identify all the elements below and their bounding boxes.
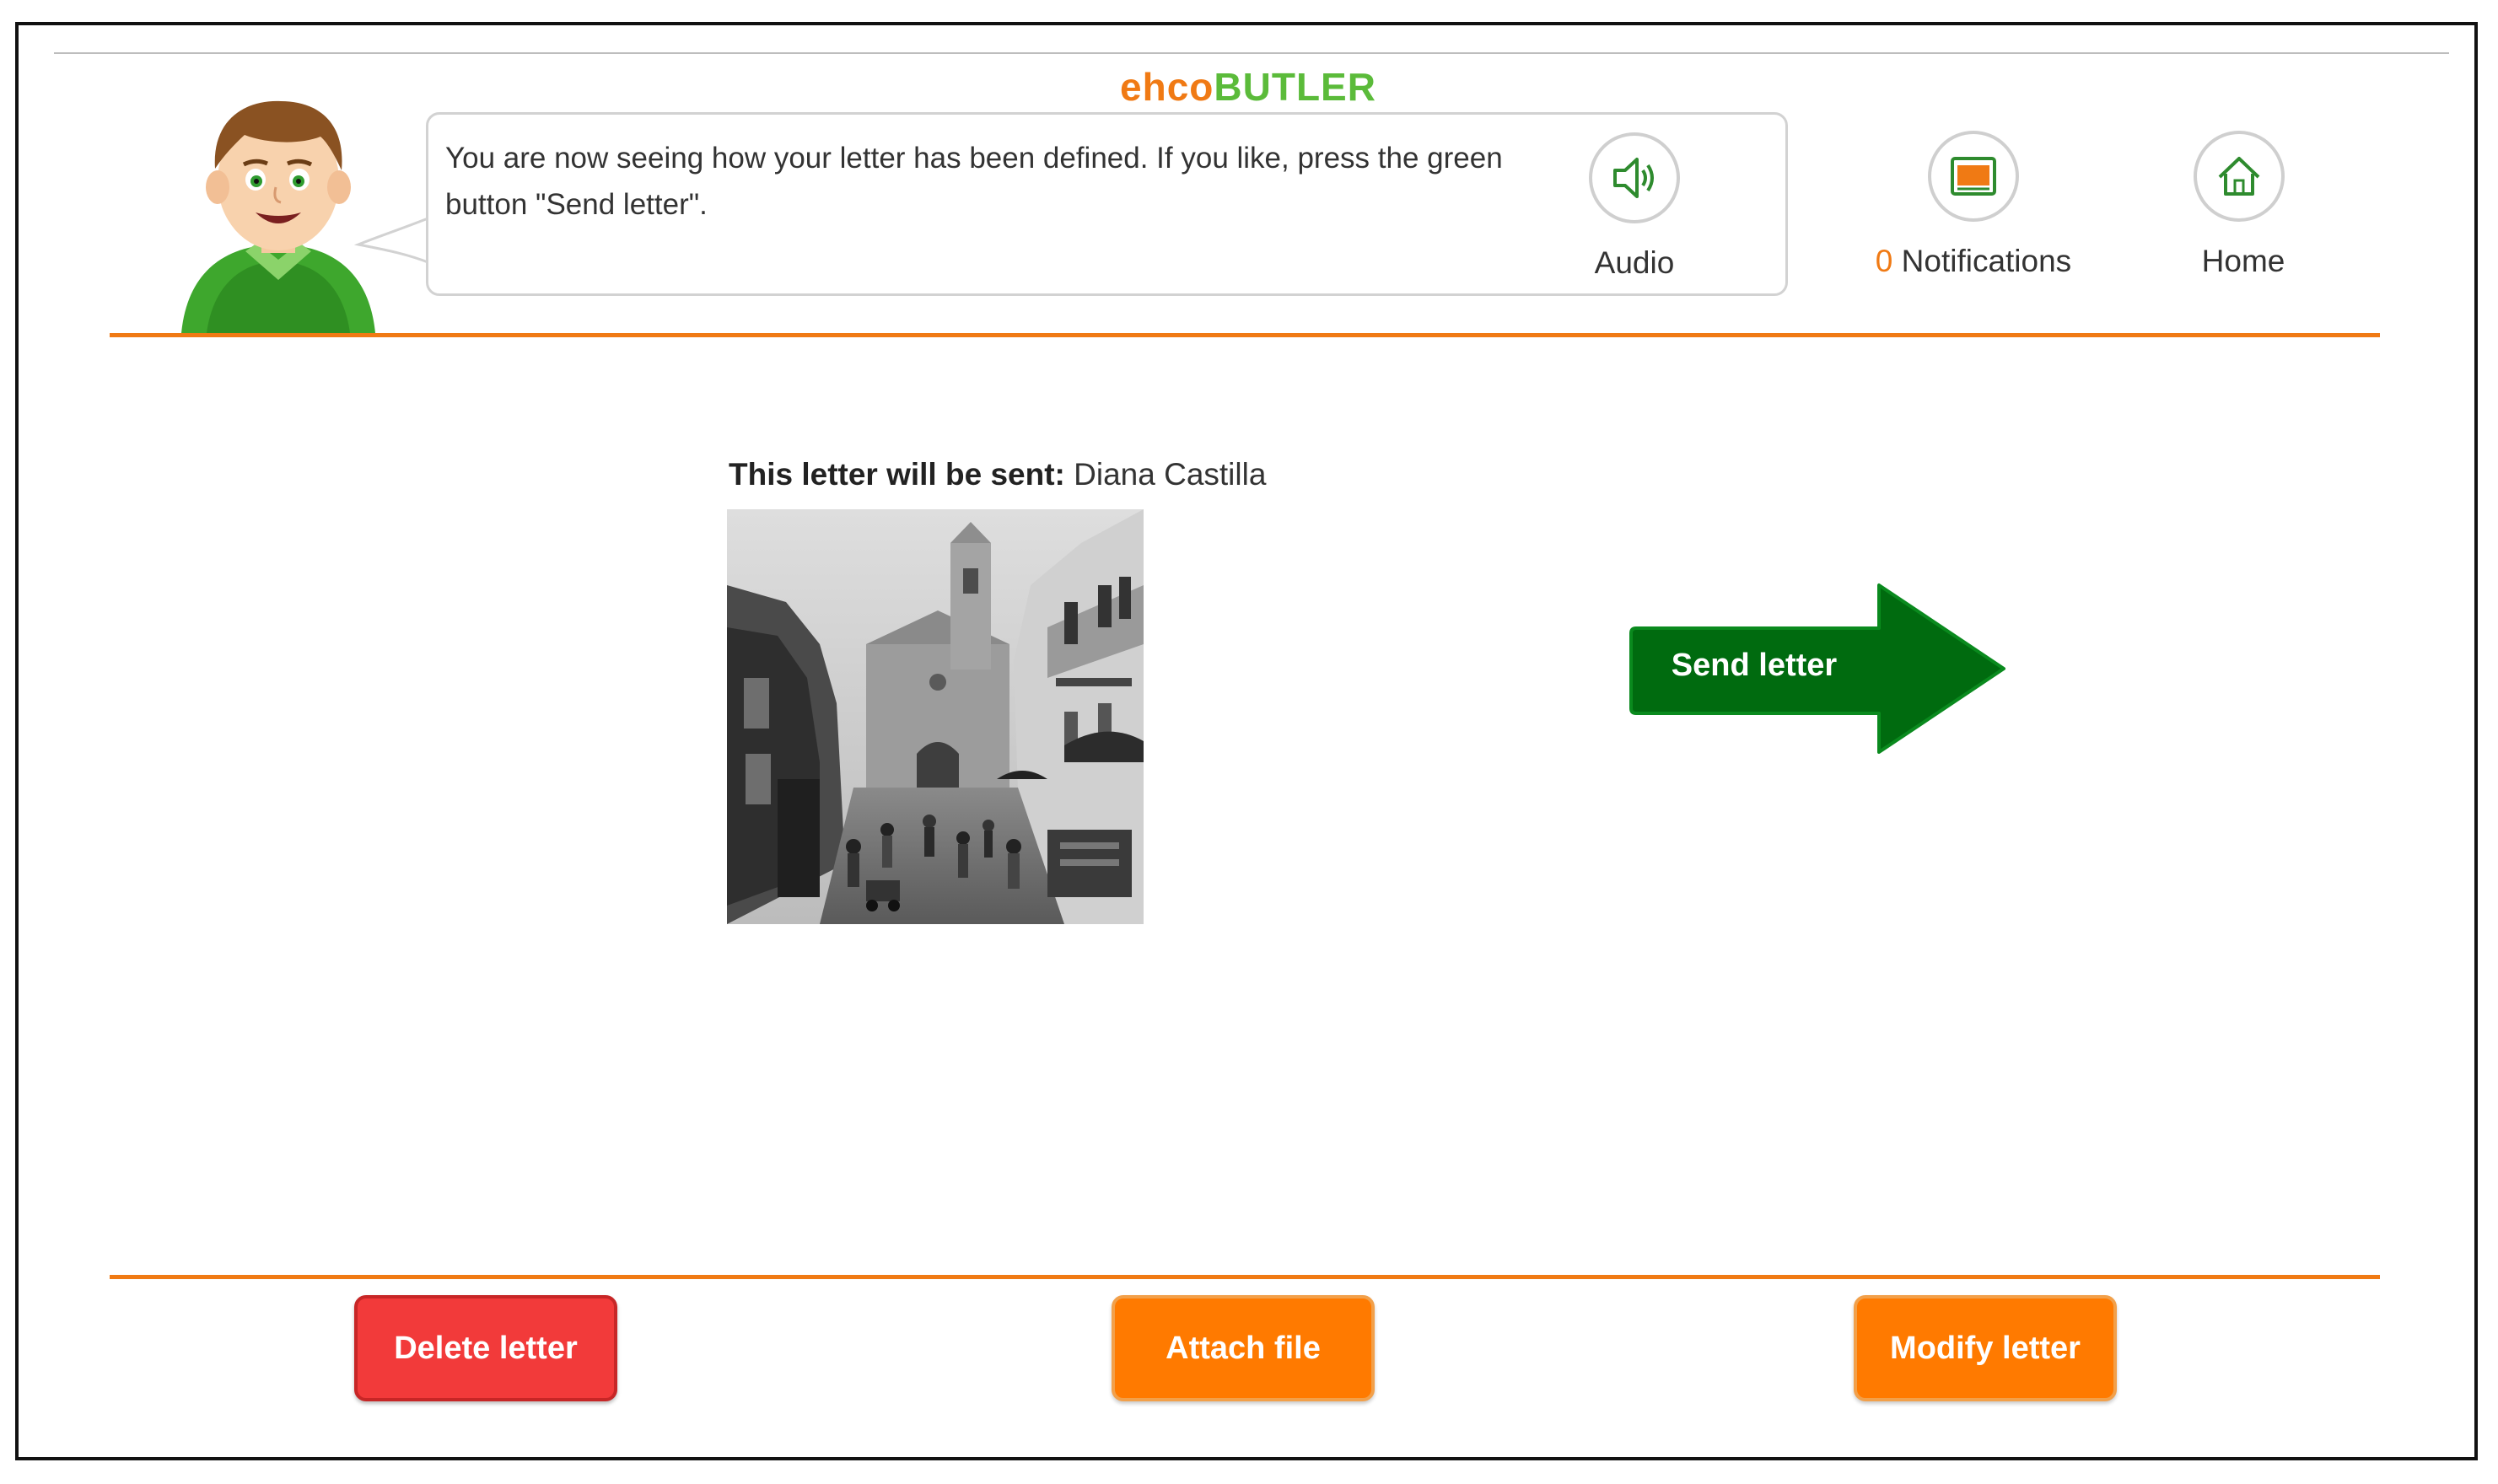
audio-label: Audio (1594, 245, 1675, 280)
footer-divider (110, 1275, 2380, 1279)
assistant-avatar (181, 100, 375, 333)
home-label: Home (2201, 244, 2285, 278)
delete-letter-button[interactable]: Delete letter (354, 1295, 617, 1401)
top-divider (54, 52, 2449, 54)
notifications-button[interactable] (1928, 131, 2019, 222)
notifications-label: 0 Notifications (1855, 244, 2092, 279)
assistant-message: You are now seeing how your letter has b… (445, 142, 1503, 221)
letter-photo (727, 509, 1144, 924)
notifications-icon (1951, 157, 1996, 196)
send-letter-label: Send letter (1671, 648, 1838, 683)
modify-letter-button[interactable]: Modify letter (1854, 1295, 2117, 1401)
speaker-icon (1613, 158, 1654, 198)
brand-part1: ehco (1120, 65, 1214, 109)
recipient-label: This letter will be sent: (729, 457, 1065, 492)
notifications-text: Notifications (1892, 244, 2072, 278)
recipient-line: This letter will be sent: Diana Castilla (729, 457, 1266, 492)
home-button[interactable] (2194, 131, 2285, 222)
audio-button[interactable] (1589, 132, 1680, 223)
recipient-name: Diana Castilla (1064, 457, 1267, 492)
brand-title: ehcoBUTLER (1096, 64, 1400, 110)
speech-bubble-tail (354, 212, 434, 268)
notifications-count: 0 (1875, 244, 1893, 278)
brand-part2: BUTLER (1214, 65, 1376, 109)
header-divider (110, 333, 2380, 337)
attach-file-button[interactable]: Attach file (1112, 1295, 1375, 1401)
home-icon (2218, 157, 2260, 196)
